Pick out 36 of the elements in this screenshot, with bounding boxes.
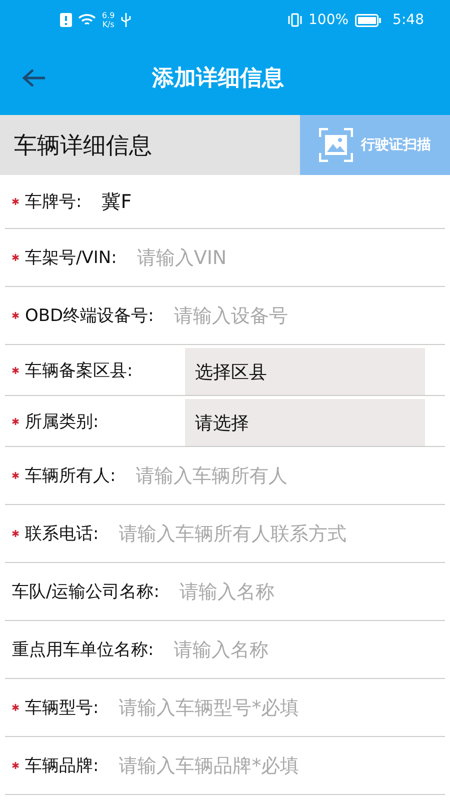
required-asterisk-icon (12, 366, 19, 374)
field-label: OBD终端设备号: (25, 305, 154, 327)
required-asterisk-icon (12, 198, 19, 205)
required-asterisk-icon (12, 254, 19, 261)
image-scan-icon (319, 128, 353, 162)
required-asterisk-icon (12, 312, 19, 319)
back-button[interactable] (22, 68, 46, 88)
field-label: 所属类别: (25, 410, 99, 432)
battery-icon (354, 14, 381, 26)
required-asterisk-icon (12, 762, 19, 769)
wifi-icon (78, 13, 96, 27)
required-asterisk-icon (12, 704, 19, 711)
page-title: 添加详细信息 (150, 64, 285, 92)
section-title: 车辆详细信息 (13, 132, 153, 160)
alert-icon (60, 13, 72, 27)
network-speed: 6.9 (102, 11, 115, 20)
field-label: 车辆所有人: (25, 465, 116, 487)
select-field[interactable]: 选择区县 (185, 348, 425, 395)
required-asterisk-icon (12, 418, 19, 424)
field-label: 重点用车单位名称: (12, 639, 154, 661)
field-value: 冀F (102, 190, 132, 214)
select-field[interactable]: 请选择 (185, 399, 425, 446)
field-label: 车辆型号: (25, 697, 99, 719)
network-speed-unit: K/s (102, 20, 114, 29)
field-label: 车牌号: (25, 191, 82, 213)
battery-percent: 100% (308, 12, 349, 28)
vibrate-icon (286, 13, 303, 27)
field-label: 车辆品牌: (25, 755, 99, 777)
field-label: 车架号/VIN: (25, 247, 117, 269)
field-label: 车队/运输公司名称: (12, 581, 160, 603)
field-label: 车辆备案区县: (25, 360, 133, 382)
clock-time: 5:48 (392, 12, 424, 28)
required-asterisk-icon (12, 472, 19, 479)
required-asterisk-icon (12, 530, 19, 537)
usb-icon (120, 13, 131, 27)
field-label: 联系电话: (25, 523, 99, 545)
